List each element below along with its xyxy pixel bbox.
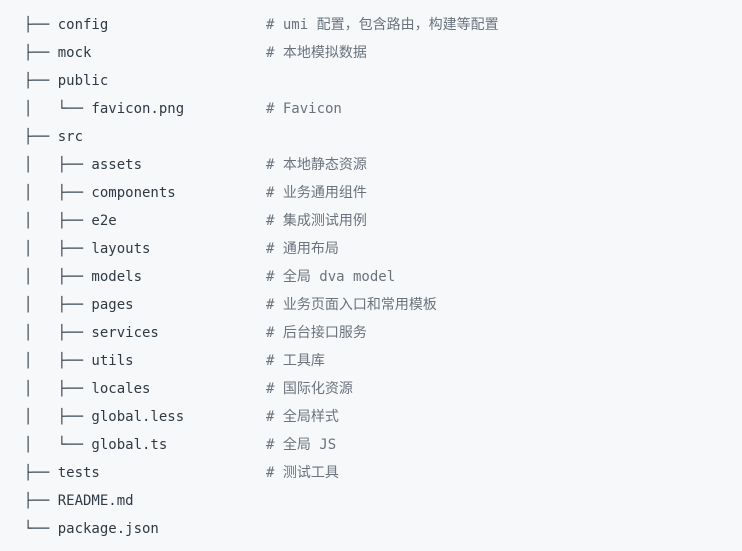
tree-line-utils: │ ├── utils # 工具库 (0, 347, 742, 375)
tree-entry: │ ├── assets (24, 157, 143, 173)
tree-comment: # 工具库 (266, 353, 325, 369)
tree-line-src: ├── src (0, 123, 742, 151)
tree-comment: # umi 配置，包含路由，构建等配置 (266, 17, 499, 33)
tree-comment: # 全局 dva model (266, 269, 396, 285)
tree-comment: # 通用布局 (266, 241, 339, 257)
tree-entry: ├── config (24, 17, 109, 33)
tree-comment: # 全局样式 (266, 409, 339, 425)
tree-comment: # 本地模拟数据 (266, 45, 367, 61)
tree-line-locales: │ ├── locales # 国际化资源 (0, 375, 742, 403)
tree-line-config: ├── config # umi 配置，包含路由，构建等配置 (0, 11, 742, 39)
tree-entry: │ ├── utils (24, 353, 134, 369)
tree-comment: # 业务页面入口和常用模板 (266, 297, 437, 313)
tree-line-mock: ├── mock # 本地模拟数据 (0, 39, 742, 67)
tree-entry: │ ├── layouts (24, 241, 151, 257)
tree-line-pages: │ ├── pages # 业务页面入口和常用模板 (0, 291, 742, 319)
tree-line-global-ts: │ └── global.ts # 全局 JS (0, 431, 742, 459)
tree-entry: ├── public (24, 73, 109, 89)
tree-entry: │ ├── global.less (24, 409, 185, 425)
tree-line-components: │ ├── components # 业务通用组件 (0, 179, 742, 207)
tree-comment: # 后台接口服务 (266, 325, 367, 341)
tree-line-assets: │ ├── assets # 本地静态资源 (0, 151, 742, 179)
tree-entry: │ └── global.ts (24, 437, 168, 453)
tree-line-e2e: │ ├── e2e # 集成测试用例 (0, 207, 742, 235)
tree-entry: ├── tests (24, 465, 100, 481)
directory-tree-code-block: ├── config # umi 配置，包含路由，构建等配置 ├── mock … (0, 0, 742, 551)
tree-comment: # 国际化资源 (266, 381, 353, 397)
tree-entry: ├── README.md (24, 493, 134, 509)
tree-comment: # 业务通用组件 (266, 185, 367, 201)
tree-line-favicon: │ └── favicon.png # Favicon (0, 95, 742, 123)
tree-entry: │ ├── components (24, 185, 176, 201)
tree-entry: ├── mock (24, 45, 92, 61)
tree-comment: # 本地静态资源 (266, 157, 367, 173)
tree-line-public: ├── public (0, 67, 742, 95)
tree-line-tests: ├── tests # 测试工具 (0, 459, 742, 487)
tree-line-models: │ ├── models # 全局 dva model (0, 263, 742, 291)
tree-comment: # 集成测试用例 (266, 213, 367, 229)
tree-line-global-less: │ ├── global.less # 全局样式 (0, 403, 742, 431)
tree-comment: # 全局 JS (266, 437, 337, 453)
tree-line-services: │ ├── services # 后台接口服务 (0, 319, 742, 347)
tree-entry: │ └── favicon.png (24, 101, 185, 117)
tree-entry: │ ├── e2e (24, 213, 117, 229)
tree-entry: │ ├── models (24, 269, 143, 285)
tree-entry: │ ├── locales (24, 381, 151, 397)
tree-entry: │ ├── services (24, 325, 159, 341)
tree-line-package-json: └── package.json (0, 515, 742, 543)
tree-entry: ├── src (24, 129, 84, 145)
tree-comment: # 测试工具 (266, 465, 339, 481)
tree-comment: # Favicon (266, 101, 342, 117)
tree-line-layouts: │ ├── layouts # 通用布局 (0, 235, 742, 263)
tree-entry: └── package.json (24, 521, 159, 537)
tree-line-readme: ├── README.md (0, 487, 742, 515)
tree-entry: │ ├── pages (24, 297, 134, 313)
